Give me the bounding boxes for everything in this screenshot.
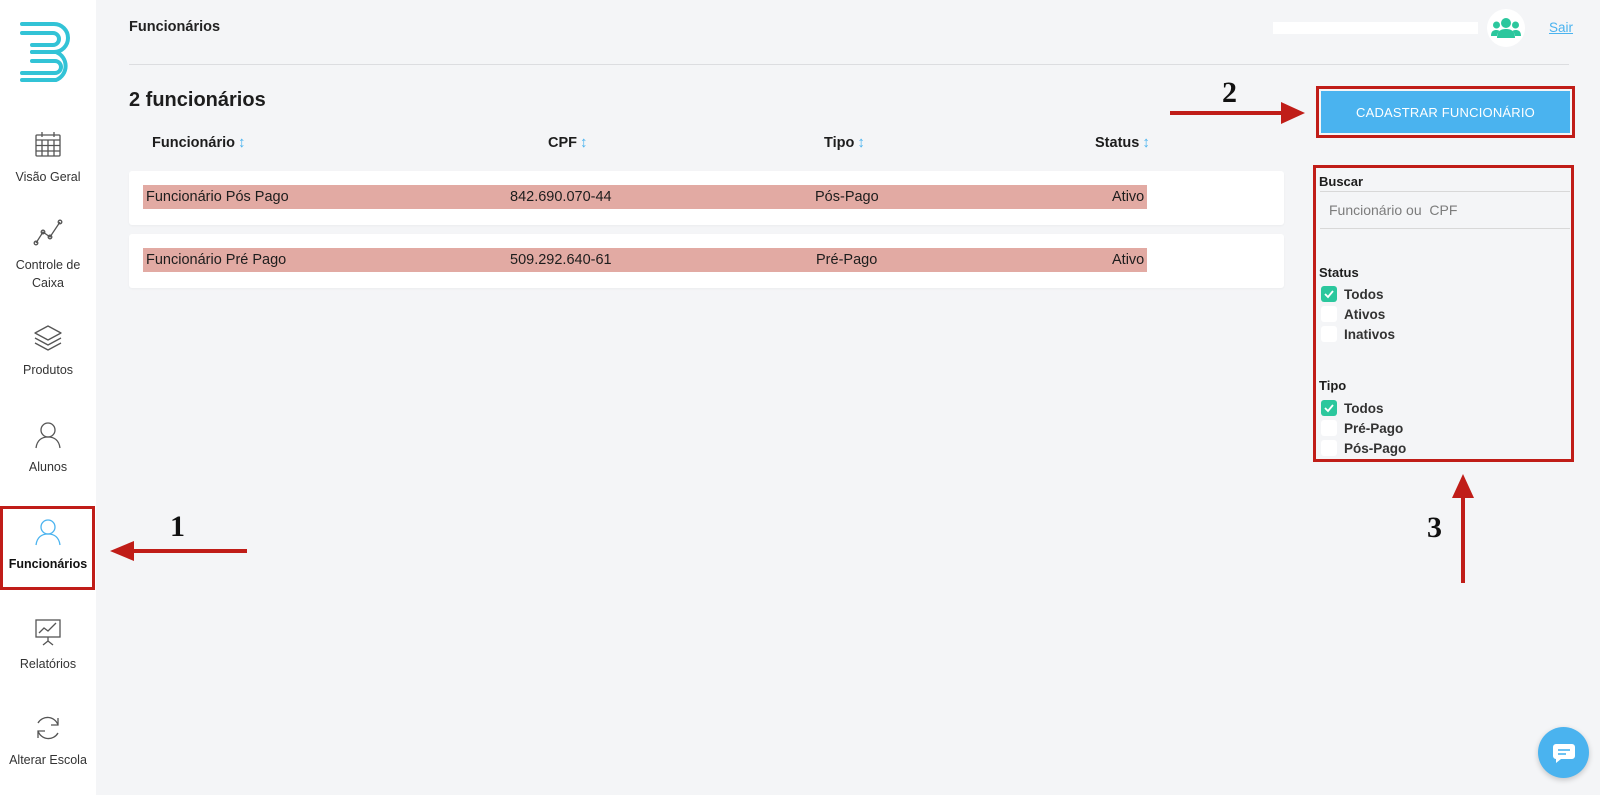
chat-widget-button[interactable] bbox=[1538, 727, 1589, 778]
annotation-number-3: 3 bbox=[1427, 511, 1442, 544]
annotation-arrows bbox=[110, 102, 1474, 583]
annotation-number-1: 1 bbox=[170, 510, 185, 543]
annotation-number-2: 2 bbox=[1222, 76, 1237, 109]
chat-icon bbox=[1552, 743, 1575, 763]
